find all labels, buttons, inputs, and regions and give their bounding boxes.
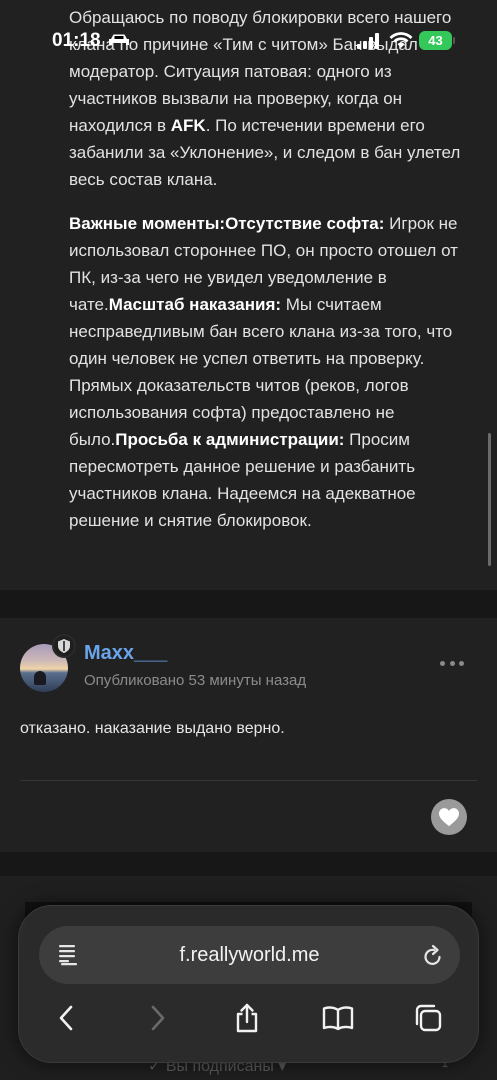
wifi-icon [389,32,413,48]
book-icon [322,1006,354,1031]
post-paragraph-2: Важные моменты:Отсутствие софта: Игрок н… [69,210,469,534]
scale-heading: Масштаб наказания: [108,295,282,314]
like-button[interactable] [431,799,467,835]
username-link[interactable]: Maxx___ [84,642,167,665]
important-heading: Важные моменты: [69,214,226,233]
moderator-badge-icon [52,634,76,658]
share-icon [236,1003,258,1033]
post-card: Обращаюсь по поводу блокировки всего наш… [0,0,497,590]
forward-button[interactable] [141,1001,175,1035]
back-button[interactable] [49,1001,83,1035]
battery-indicator: 43 [419,31,452,50]
status-time: 01:18 [52,30,101,51]
signal-icon [357,33,379,49]
share-button[interactable] [230,1001,264,1035]
battery-tip [453,37,455,44]
heart-icon [439,808,459,827]
more-options-icon[interactable] [440,656,464,670]
reply-text: отказано. наказание выдано верно. [20,720,285,737]
url-text[interactable]: f.reallyworld.me [39,926,460,984]
avatar-figure [34,671,46,685]
card-gap [0,590,497,618]
afk-label: AFK [170,116,206,135]
request-heading: Просьба к администрации: [115,430,345,449]
chevron-left-icon [59,1005,73,1031]
tabs-button[interactable] [411,1001,445,1035]
browser-toolbar: f.reallyworld.me [18,905,479,1063]
address-bar[interactable]: f.reallyworld.me [39,926,460,984]
chevron-right-icon [151,1005,165,1031]
published-time: Опубликовано 53 минуты назад [84,672,307,689]
scale-text: Мы считаем несправедливым бан всего клан… [69,295,453,449]
reply-card: Maxx___ Опубликовано 53 минуты назад отк… [0,618,497,852]
scrollbar[interactable] [488,433,491,566]
bookmarks-button[interactable] [321,1001,355,1035]
no-software-heading: Отсутствие софта: [225,214,385,233]
reload-icon[interactable] [422,943,444,967]
post-body: Обращаюсь по поводу блокировки всего наш… [69,4,469,551]
card-gap [0,852,497,876]
shield-icon [58,639,70,653]
divider [20,780,477,781]
page-menu-icon[interactable] [58,944,78,966]
car-icon [109,34,129,45]
tabs-icon [415,1004,442,1032]
